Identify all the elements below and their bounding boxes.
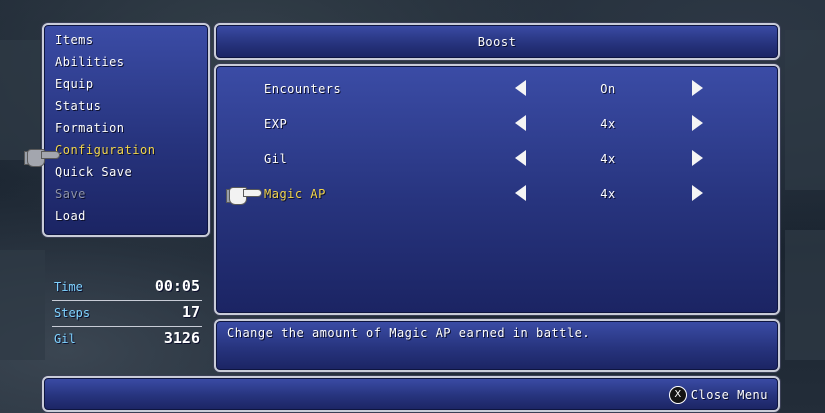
close-menu-label: Close Menu [690, 388, 768, 402]
option-row-magic-ap[interactable]: Magic AP 4x [216, 185, 778, 205]
boost-options-panel: Encounters On EXP 4x Gil 4x Magic AP 4x [214, 64, 780, 315]
menu-item-equip[interactable]: Equip [55, 77, 94, 91]
page-title: Boost [477, 35, 517, 49]
option-label: Encounters [264, 82, 342, 96]
menu-item-quick-save[interactable]: Quick Save [55, 165, 132, 179]
main-menu-panel: Items Abilities Equip Status Formation C… [42, 23, 210, 237]
menu-item-status[interactable]: Status [55, 99, 101, 113]
menu-cursor-glove-icon [24, 143, 60, 169]
menu-item-abilities[interactable]: Abilities [55, 55, 125, 69]
stat-time: Time 00:05 [52, 276, 202, 301]
option-value: 4x [600, 117, 616, 131]
steps-value: 17 [181, 303, 200, 321]
right-arrow-icon[interactable] [692, 80, 703, 96]
time-label: Time [54, 280, 83, 294]
left-arrow-icon[interactable] [515, 150, 526, 166]
menu-item-save: Save [55, 187, 86, 201]
description-panel: Change the amount of Magic AP earned in … [214, 319, 780, 372]
stats-panel: Time 00:05 Steps 17 Gil 3126 [52, 276, 202, 353]
close-menu-button[interactable]: X Close Menu [668, 386, 768, 404]
option-label: EXP [264, 117, 288, 131]
left-arrow-icon[interactable] [515, 80, 526, 96]
menu-item-items[interactable]: Items [55, 33, 94, 47]
option-value: On [600, 82, 616, 96]
steps-label: Steps [54, 306, 91, 320]
option-row-encounters[interactable]: Encounters On [216, 80, 778, 100]
x-button-icon: X [668, 386, 687, 404]
title-panel: Boost [214, 23, 780, 60]
pointing-glove-icon [226, 181, 262, 207]
stat-gil: Gil 3126 [52, 328, 202, 352]
menu-item-formation[interactable]: Formation [55, 121, 125, 135]
right-arrow-icon[interactable] [692, 185, 703, 201]
right-arrow-icon[interactable] [692, 150, 703, 166]
option-row-gil[interactable]: Gil 4x [216, 150, 778, 170]
stat-steps: Steps 17 [52, 302, 202, 327]
gil-label: Gil [54, 332, 76, 346]
left-arrow-icon[interactable] [515, 185, 526, 201]
right-arrow-icon[interactable] [692, 115, 703, 131]
description-text: Change the amount of Magic AP earned in … [227, 326, 591, 340]
gil-value: 3126 [163, 329, 200, 347]
time-value: 00:05 [154, 277, 200, 295]
option-value: 4x [600, 187, 616, 201]
left-arrow-icon[interactable] [515, 115, 526, 131]
option-label: Gil [264, 152, 288, 166]
option-label: Magic AP [264, 187, 326, 201]
footer-bar: X Close Menu [42, 376, 780, 412]
option-value: 4x [600, 152, 616, 166]
menu-item-load[interactable]: Load [55, 209, 86, 223]
option-row-exp[interactable]: EXP 4x [216, 115, 778, 135]
menu-item-configuration[interactable]: Configuration [55, 143, 155, 157]
